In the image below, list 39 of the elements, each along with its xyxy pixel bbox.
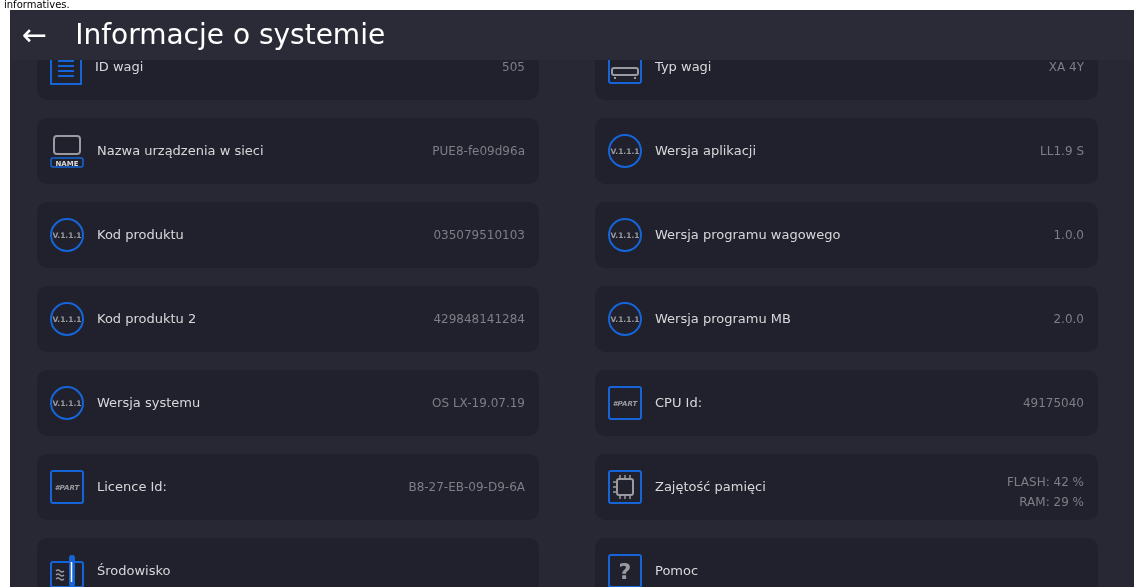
info-label: Kod produktu: [97, 226, 185, 245]
info-value: 1.0.0: [1053, 227, 1084, 244]
thermometer-icon: [50, 554, 84, 587]
scale-icon: [608, 60, 642, 84]
info-value: 035079510103: [433, 227, 525, 244]
info-value: OS LX-19.07.19: [432, 395, 525, 412]
help-icon: ?: [608, 554, 642, 587]
info-label: ID wagi: [95, 60, 145, 77]
info-label: Licence Id:: [97, 478, 168, 497]
cut-off-heading: informatives.: [3, 0, 70, 10]
info-card[interactable]: ID wagi 505: [37, 60, 539, 100]
info-value: XA 4Y: [1048, 60, 1084, 76]
info-label: Typ wagi: [655, 60, 713, 77]
chip-icon: [608, 470, 642, 504]
info-label: Wersja programu MB: [655, 310, 792, 329]
info-value: RAM: 29 %: [1019, 494, 1084, 511]
info-value: LL1.9 S: [1040, 143, 1084, 160]
info-value: 429848141284: [433, 311, 525, 328]
info-value: B8-27-EB-09-D9-6A: [408, 479, 525, 496]
info-value: 49175040: [1022, 395, 1084, 412]
info-label: Wersja aplikacji: [655, 142, 757, 161]
info-label: Kod produktu 2: [97, 310, 198, 329]
info-card[interactable]: Zajętość pamięci FLASH: 42 % RAM: 29 %: [595, 454, 1098, 520]
info-value: PUE8-fe09d96a: [432, 143, 525, 160]
back-button[interactable]: ←: [22, 20, 48, 50]
info-card[interactable]: ? Pomoc: [595, 538, 1098, 587]
info-label: Zajętość pamięci: [655, 478, 767, 497]
info-value: FLASH: 42 %: [1006, 474, 1084, 491]
info-value: 2.0.0: [1053, 311, 1084, 328]
info-label: Pomoc: [655, 562, 700, 581]
info-value: 505: [502, 60, 525, 76]
info-label: Środowisko: [97, 562, 172, 581]
info-card[interactable]: Środowisko: [37, 538, 539, 587]
info-label: Nazwa urządzenia w sieci: [97, 142, 265, 161]
info-label: CPU Id:: [655, 394, 704, 413]
info-label: Wersja programu wagowego: [655, 226, 842, 245]
page-title: Informacje o systemie: [75, 17, 386, 53]
info-card[interactable]: Typ wagi XA 4Y: [595, 60, 1098, 100]
info-label: Wersja systemu: [97, 394, 202, 413]
